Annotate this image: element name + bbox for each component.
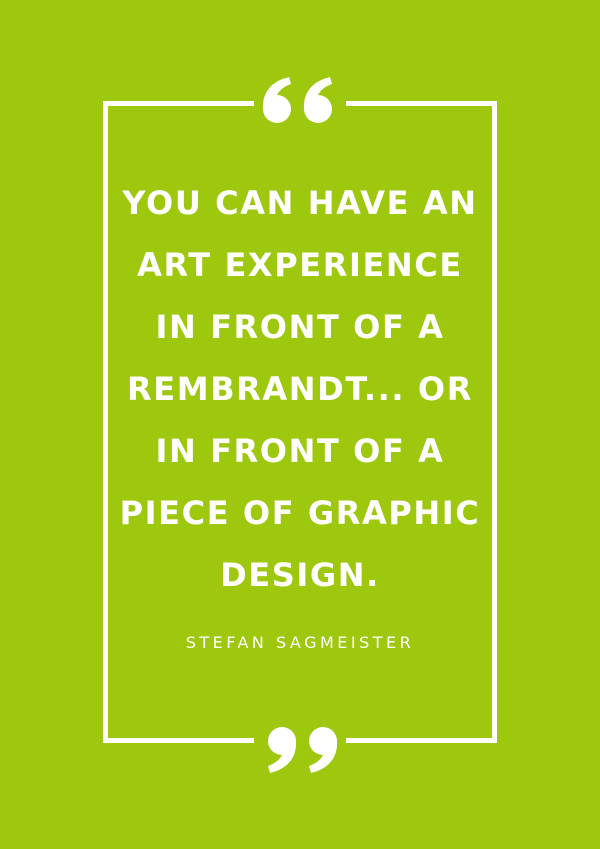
quote-line: YOU CAN HAVE AN: [122, 184, 478, 222]
close-quote-icon: [254, 718, 346, 780]
quote-text: YOU CAN HAVE AN ART EXPERIENCE IN FRONT …: [108, 172, 492, 606]
quote-line: IN FRONT OF A: [155, 432, 445, 470]
quote-line: DESIGN.: [220, 556, 380, 594]
quote-line: PIECE OF GRAPHIC: [119, 494, 481, 532]
quote-line: REMBRANDT... OR: [127, 370, 473, 408]
author-name: STEFAN SAGMEISTER: [185, 633, 415, 652]
quote-poster: YOU CAN HAVE AN ART EXPERIENCE IN FRONT …: [0, 0, 600, 849]
quote-line: IN FRONT OF A: [155, 308, 445, 346]
quote-line: ART EXPERIENCE: [137, 246, 463, 284]
open-quote-icon: [254, 70, 346, 132]
